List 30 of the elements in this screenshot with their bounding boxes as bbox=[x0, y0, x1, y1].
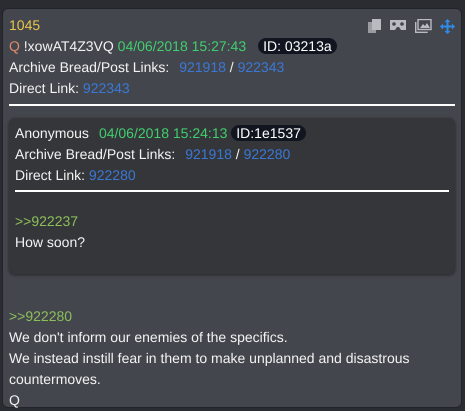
separator: / bbox=[236, 146, 240, 162]
post-link[interactable]: 922280 bbox=[88, 167, 136, 183]
archive-label: Archive Bread/Post Links: bbox=[15, 146, 176, 162]
copy-icon[interactable] bbox=[368, 19, 381, 33]
message-text: We instead instill fear in them to make unplanned and disastrous countermoves. bbox=[9, 349, 411, 389]
post-link[interactable]: 922343 bbox=[82, 80, 130, 96]
post-date: 04/06/2018 15:24:13 bbox=[98, 125, 228, 141]
direct-link-label: Direct Link: bbox=[9, 80, 80, 96]
move-icon[interactable] bbox=[440, 19, 455, 34]
separator: / bbox=[230, 59, 234, 75]
vr-goggles-icon[interactable] bbox=[389, 19, 407, 31]
post-link[interactable]: 921918 bbox=[185, 146, 232, 162]
poster-id: ID: 03213a bbox=[258, 38, 337, 54]
image-icon[interactable] bbox=[415, 19, 432, 33]
poster-name: Q bbox=[9, 38, 20, 54]
archive-label: Archive Bread/Post Links: bbox=[9, 59, 170, 75]
direct-link-label: Direct Link: bbox=[15, 167, 86, 183]
message-text: Q bbox=[9, 391, 21, 410]
poster-name: Anonymous bbox=[15, 125, 89, 141]
post-link[interactable]: 922343 bbox=[238, 59, 284, 75]
post-number: 1045 bbox=[9, 17, 40, 33]
poster-id: ID:1e1537 bbox=[231, 125, 306, 141]
reply-link[interactable]: >>922237 bbox=[15, 213, 78, 229]
post-date: 04/06/2018 15:27:43 bbox=[118, 38, 246, 54]
reply-link[interactable]: >>922280 bbox=[9, 308, 72, 324]
message-text: We don't inform our enemies of the specifics. bbox=[9, 328, 289, 347]
tripcode: !xowAT4Z3VQ bbox=[24, 38, 114, 54]
post-link[interactable]: 921918 bbox=[179, 59, 226, 75]
post-link[interactable]: 922280 bbox=[244, 146, 290, 162]
message-text: How soon? bbox=[15, 234, 86, 250]
